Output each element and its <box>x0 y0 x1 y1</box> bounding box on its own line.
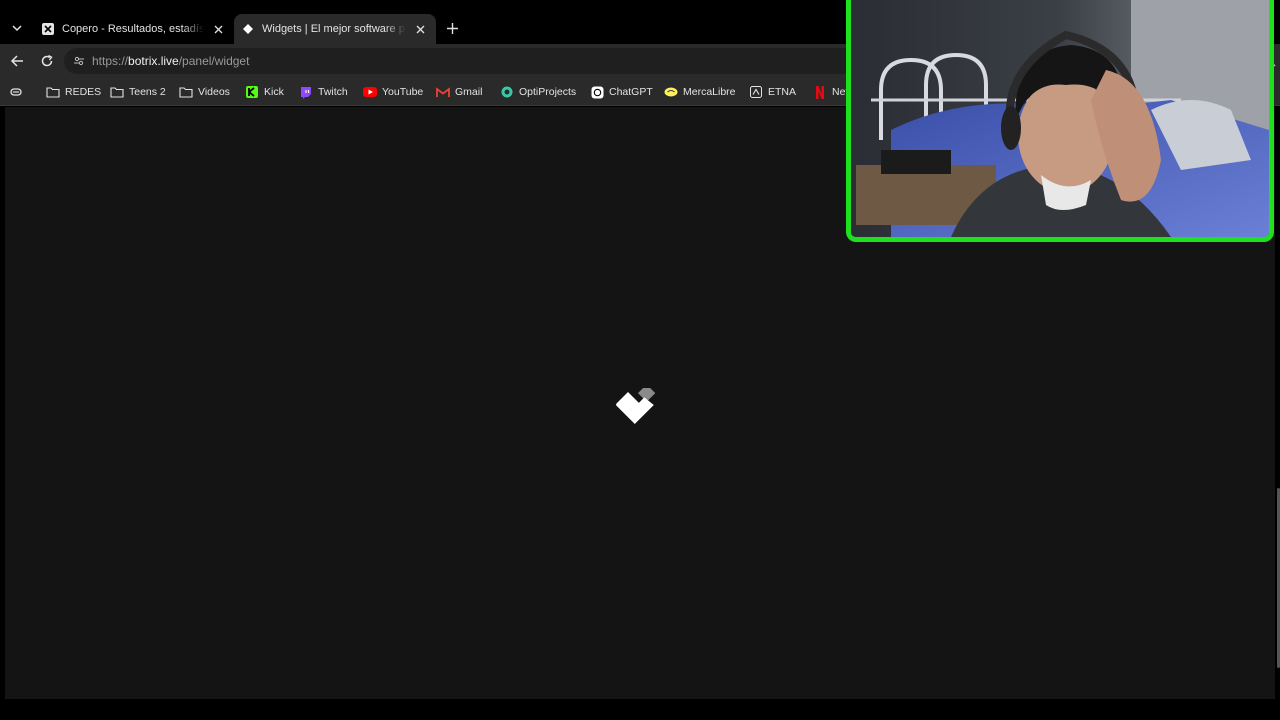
bookmark-label: REDES <box>65 86 102 98</box>
bookmark-label: YouTube <box>382 86 424 98</box>
taskbar-strip <box>0 699 1280 720</box>
tab-search-button[interactable] <box>6 17 28 39</box>
url-host: botrix.live <box>128 54 179 68</box>
new-tab-button[interactable] <box>442 18 462 38</box>
bookmark-label: Gmail <box>455 86 483 98</box>
bookmark-mercalibre[interactable]: MercaLibre <box>664 82 736 102</box>
close-icon[interactable] <box>210 21 226 37</box>
webcam-overlay <box>846 0 1274 242</box>
youtube-icon <box>363 85 377 99</box>
back-arrow-icon <box>10 55 23 67</box>
bookmark-label: Twitch <box>318 86 348 98</box>
reload-icon <box>41 54 53 67</box>
close-icon[interactable] <box>412 21 428 37</box>
chevron-down-icon <box>12 25 22 32</box>
folder-icon <box>110 85 124 99</box>
bookmark-label: OptiProjects <box>519 86 577 98</box>
folder-icon <box>46 85 60 99</box>
gmail-icon <box>436 85 450 99</box>
bookmark-youtube[interactable]: YouTube <box>363 82 423 102</box>
bookmark-twitch[interactable]: Twitch <box>299 82 348 102</box>
webcam-feed-image <box>851 0 1269 237</box>
bookmark-label: Teens 2 <box>129 86 166 98</box>
tab-widgets[interactable]: Widgets | El mejor software para p <box>234 14 436 44</box>
tab-title: Copero - Resultados, estadísticas, <box>62 23 204 35</box>
optiprojects-icon <box>500 85 514 99</box>
bookmark-gmail[interactable]: Gmail <box>436 82 482 102</box>
url-text: https://botrix.live/panel/widget <box>92 54 249 68</box>
etna-icon <box>749 85 763 99</box>
apps-icon[interactable] <box>8 84 24 100</box>
folder-icon <box>179 85 193 99</box>
twitch-icon <box>299 85 313 99</box>
url-path: /panel/widget <box>178 54 250 68</box>
bookmark-etna[interactable]: ETNA <box>749 82 796 102</box>
loading-spinner-icon <box>615 388 656 424</box>
kick-icon <box>245 85 259 99</box>
bookmark-label: MercaLibre <box>683 86 736 98</box>
tab-title: Widgets | El mejor software para p <box>262 23 406 35</box>
bookmark-kick[interactable]: Kick <box>245 82 284 102</box>
bookmark-videos[interactable]: Videos <box>179 82 230 102</box>
bookmark-redes[interactable]: REDES <box>46 82 101 102</box>
url-scheme: https:// <box>92 54 129 68</box>
botrix-diamond-icon <box>242 23 254 35</box>
chatgpt-icon <box>590 85 604 99</box>
bookmark-label: Videos <box>198 86 230 98</box>
back-button[interactable] <box>7 51 27 71</box>
plus-icon <box>446 22 458 34</box>
netflix-icon <box>813 85 827 99</box>
mercadolibre-icon <box>664 85 678 99</box>
bookmark-label: ChatGPT <box>609 86 653 98</box>
bookmark-label: ETNA <box>768 86 797 98</box>
bookmark-chatgpt[interactable]: ChatGPT <box>590 82 653 102</box>
bookmark-label: Kick <box>264 86 284 98</box>
site-info-icon[interactable] <box>72 54 86 68</box>
x-logo-icon <box>42 23 54 35</box>
bookmark-optiprojects[interactable]: OptiProjects <box>500 82 576 102</box>
bookmark-teens-2[interactable]: Teens 2 <box>110 82 166 102</box>
bookmark-netflix[interactable]: Net <box>813 82 848 102</box>
address-bar[interactable]: https://botrix.live/panel/widget <box>64 48 864 74</box>
tab-copero[interactable]: Copero - Resultados, estadísticas, <box>34 14 234 44</box>
reload-button[interactable] <box>37 51 57 71</box>
